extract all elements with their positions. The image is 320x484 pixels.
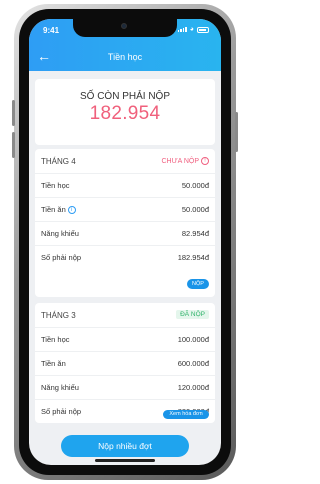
- fee-value: 182.954đ: [177, 253, 209, 262]
- fee-value: 120.000đ: [177, 383, 209, 392]
- fee-row-meals: Tiền ăn 600.000đ: [35, 351, 215, 375]
- fee-value: 50.000đ: [181, 205, 209, 214]
- balance-amount: 182.954: [89, 103, 161, 124]
- status-badge-unpaid: CHƯA NỘP !: [161, 157, 209, 165]
- alert-icon: !: [201, 157, 209, 165]
- month-card-4: THÁNG 4 CHƯA NỘP ! Tiền học 50.000đ Tiền…: [35, 149, 215, 297]
- fee-value: 82.954đ: [181, 229, 209, 238]
- view-invoice-button[interactable]: Xem hóa đơn: [163, 410, 209, 419]
- fee-label: Tiền ăn: [41, 359, 66, 368]
- status-icons: ◕: [177, 26, 209, 33]
- balance-label: SỐ CÒN PHẢI NỘP: [79, 91, 170, 102]
- info-icon[interactable]: i: [67, 205, 76, 214]
- fee-value: 50.000đ: [181, 181, 209, 190]
- status-label: CHƯA NỘP: [161, 157, 200, 165]
- app-screen: 9:41 ◕ ← Tiền học SỐ CÒN PHẢI NỘP 182.95…: [29, 19, 221, 465]
- pay-installments-button[interactable]: Nộp nhiều đợt: [61, 435, 189, 457]
- volume-up-button: [12, 100, 15, 126]
- balance-summary-card: SỐ CÒN PHẢI NỘP 182.954: [35, 79, 215, 145]
- month-title: THÁNG 4: [41, 157, 76, 166]
- battery-icon: [197, 26, 209, 33]
- fee-value: 100.000đ: [177, 335, 209, 344]
- fee-label-wrap: Tiền ăn i: [41, 205, 76, 214]
- month-card-header: THÁNG 3 ĐÃ NỘP: [35, 303, 215, 327]
- home-indicator: [95, 459, 155, 462]
- fee-label: Số phải nộp: [41, 253, 82, 262]
- pay-button[interactable]: NỘP: [187, 279, 209, 289]
- fee-label: Năng khiếu: [41, 383, 79, 392]
- month-title: THÁNG 3: [41, 311, 76, 320]
- fee-row-talent: Năng khiếu 120.000đ: [35, 375, 215, 399]
- fee-label: Tiền học: [41, 335, 70, 344]
- status-badge-paid: ĐÃ NỘP: [176, 310, 209, 319]
- status-time: 9:41: [43, 26, 60, 35]
- fee-row-tuition: Tiền học 100.000đ: [35, 327, 215, 351]
- signal-icon: [177, 27, 187, 32]
- month-card-header: THÁNG 4 CHƯA NỘP !: [35, 149, 215, 173]
- power-button: [235, 112, 238, 152]
- fee-row-tuition: Tiền học 50.000đ: [35, 173, 215, 197]
- fee-label: Số phải nộp: [41, 407, 82, 416]
- volume-down-button: [12, 132, 15, 158]
- fee-value: 600.000đ: [177, 359, 209, 368]
- fee-row-talent: Năng khiếu 82.954đ: [35, 221, 215, 245]
- fee-row-total: Số phải nộp 182.954đ: [35, 245, 215, 269]
- page-title: Tiền học: [107, 52, 143, 62]
- month-card-3: THÁNG 3 ĐÃ NỘP Tiền học 100.000đ Tiền ăn…: [35, 303, 215, 423]
- fee-label: Tiền ăn: [41, 205, 66, 214]
- fee-label: Tiền học: [41, 181, 70, 190]
- camera-icon: [121, 23, 127, 29]
- fee-row-meals: Tiền ăn i 50.000đ: [35, 197, 215, 221]
- wifi-icon: ◕: [189, 26, 194, 33]
- fee-label: Năng khiếu: [41, 229, 79, 238]
